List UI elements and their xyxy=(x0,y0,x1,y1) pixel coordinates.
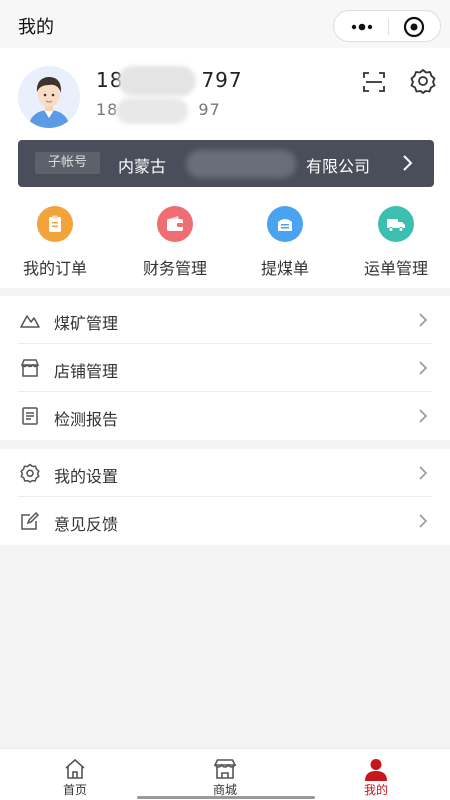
chevron-right-icon xyxy=(419,409,428,423)
close-mini-program-icon[interactable] xyxy=(402,15,426,39)
shortcut-coal-receipt[interactable]: 提煤单 xyxy=(240,200,330,280)
shortcut-label: 运单管理 xyxy=(363,259,428,278)
gear-icon xyxy=(20,463,40,483)
menu-item-label: 检测报告 xyxy=(54,410,119,429)
avatar[interactable] xyxy=(18,66,80,128)
bottom-tab-bar: 首页 商城 我的 xyxy=(0,748,450,800)
capsule-divider xyxy=(388,19,389,35)
menu-item-my-settings[interactable]: 我的设置 xyxy=(0,449,450,497)
menu-item-feedback[interactable]: 意见反馈 xyxy=(0,497,450,545)
settings-gear-icon[interactable] xyxy=(410,68,436,94)
profile-card: 18 797 18 97 子帐号 内蒙古 有限公司 我的订单 财务管理 提煤单 … xyxy=(0,48,450,288)
truck-icon xyxy=(378,206,414,242)
wallet-icon xyxy=(157,206,193,242)
mountain-icon xyxy=(20,315,40,328)
menu-item-inspection-report[interactable]: 检测报告 xyxy=(0,392,450,440)
store-icon xyxy=(20,359,40,377)
tab-label: 我的 xyxy=(363,783,388,797)
company-name-prefix: 内蒙古 xyxy=(118,157,167,176)
shortcut-finance[interactable]: 财务管理 xyxy=(130,200,220,280)
tab-mall[interactable]: 商城 xyxy=(180,749,270,800)
chevron-right-icon xyxy=(419,466,428,480)
shortcut-waybill[interactable]: 运单管理 xyxy=(351,200,441,280)
tab-mine[interactable]: 我的 xyxy=(331,749,421,800)
tab-label: 首页 xyxy=(62,783,87,797)
shortcut-label: 提煤单 xyxy=(260,259,309,278)
menu-item-coal-mine[interactable]: 煤矿管理 xyxy=(0,296,450,344)
menu-group-management: 煤矿管理 店铺管理 检测报告 xyxy=(0,296,450,440)
sub-account-bar[interactable]: 子帐号 内蒙古 有限公司 xyxy=(18,140,434,187)
menu-item-label: 煤矿管理 xyxy=(54,314,119,333)
menu-item-label: 店铺管理 xyxy=(54,362,119,381)
more-icon[interactable] xyxy=(347,15,377,39)
redaction-blur xyxy=(118,66,196,96)
shortcut-label: 我的订单 xyxy=(22,259,87,278)
menu-item-label: 我的设置 xyxy=(54,467,119,486)
home-indicator xyxy=(137,796,315,799)
redaction-blur xyxy=(186,150,296,178)
scan-icon[interactable] xyxy=(362,70,386,94)
coal-receipt-icon xyxy=(267,206,303,242)
menu-item-store[interactable]: 店铺管理 xyxy=(0,344,450,392)
chevron-right-icon xyxy=(419,514,428,528)
user-icon xyxy=(365,759,387,781)
menu-group-settings: 我的设置 意见反馈 xyxy=(0,449,450,545)
tab-home[interactable]: 首页 xyxy=(30,749,120,800)
feedback-icon xyxy=(21,511,40,530)
company-name-suffix: 有限公司 xyxy=(306,157,371,176)
shortcut-my-orders[interactable]: 我的订单 xyxy=(10,200,100,280)
chevron-right-icon xyxy=(403,155,413,171)
page-title: 我的 xyxy=(18,17,54,38)
store-icon xyxy=(213,759,237,779)
shortcut-label: 财务管理 xyxy=(142,259,207,278)
mini-program-capsule xyxy=(333,10,441,42)
shortcut-grid: 我的订单 财务管理 提煤单 运单管理 xyxy=(0,200,450,280)
title-bar: 我的 xyxy=(0,0,450,48)
report-icon xyxy=(22,407,38,425)
chevron-right-icon xyxy=(419,313,428,327)
menu-item-label: 意见反馈 xyxy=(54,515,119,534)
redaction-blur xyxy=(116,98,188,124)
chevron-right-icon xyxy=(419,361,428,375)
home-icon xyxy=(65,758,85,779)
sub-account-tag: 子帐号 xyxy=(35,152,101,174)
clipboard-icon xyxy=(37,206,73,242)
